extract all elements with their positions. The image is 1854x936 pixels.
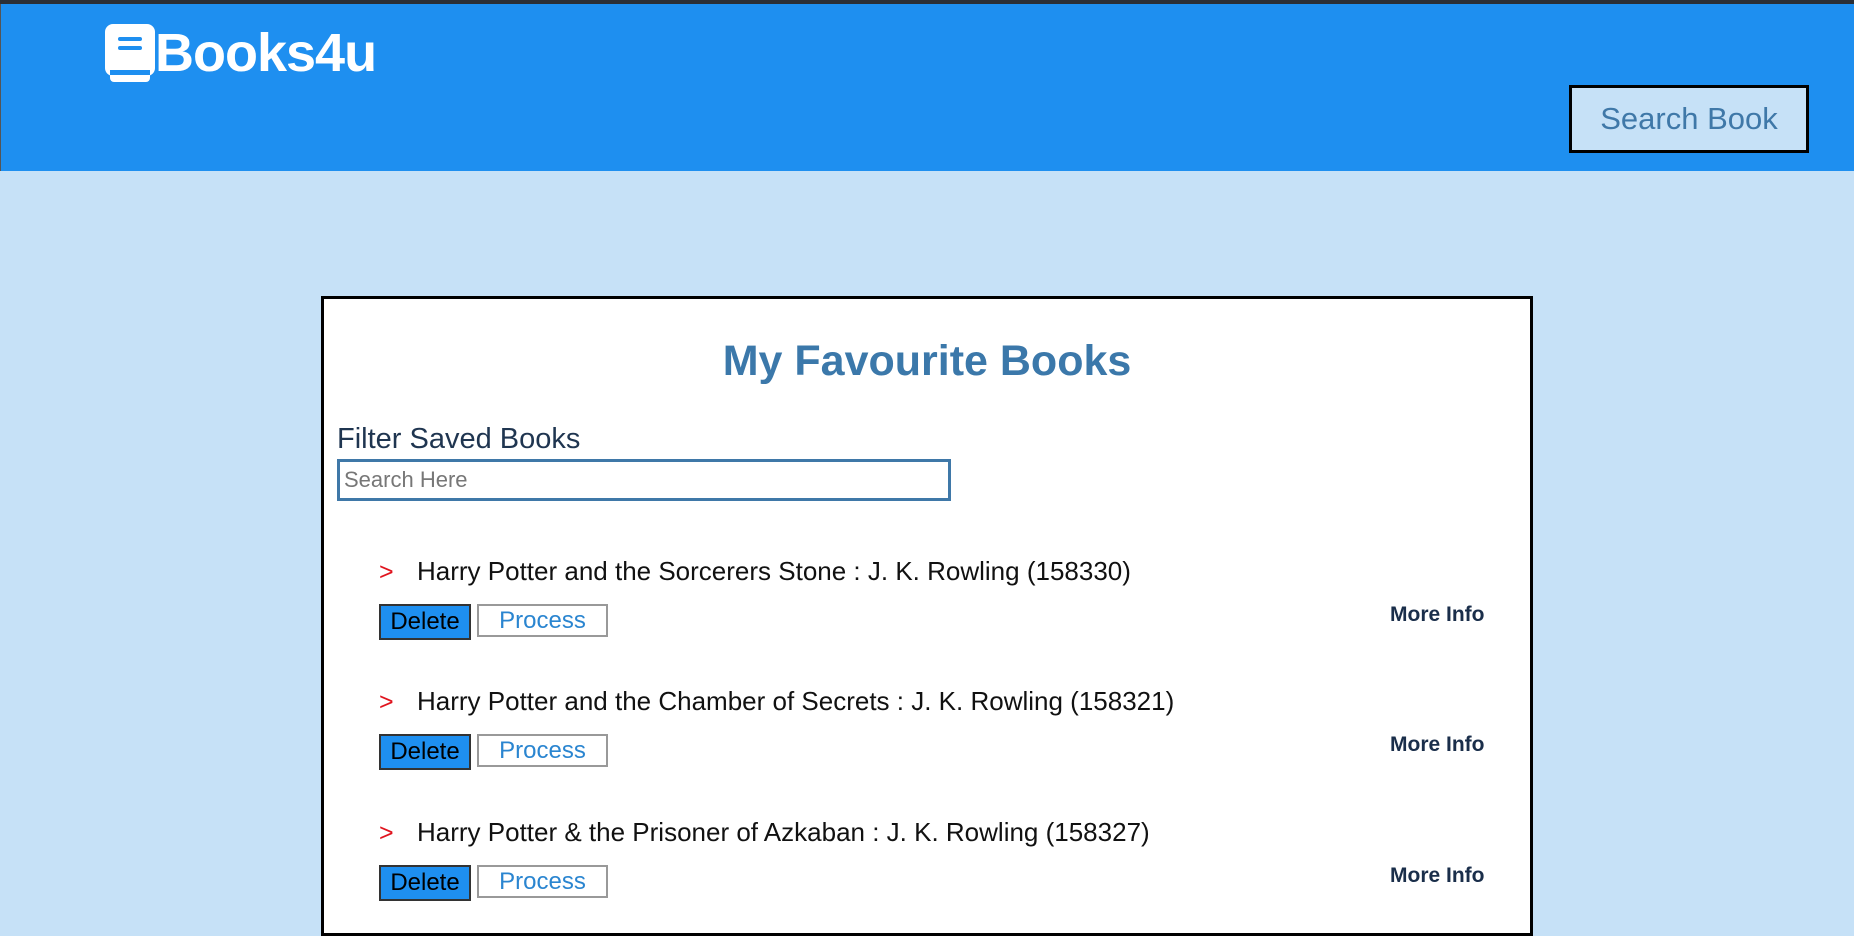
bullet-arrow-icon: >	[379, 819, 394, 847]
filter-search-input[interactable]	[337, 459, 951, 501]
book-icon	[105, 24, 155, 82]
book-title: Harry Potter & the Prisoner of Azkaban :…	[417, 817, 1150, 847]
more-info-link[interactable]: More Info	[1390, 603, 1485, 627]
site-header: Books4u Search Book	[0, 4, 1854, 171]
bullet-arrow-icon: >	[379, 558, 394, 586]
book-title: Harry Potter and the Chamber of Secrets …	[417, 686, 1175, 716]
delete-button[interactable]: Delete	[379, 604, 471, 640]
book-title: Harry Potter and the Sorcerers Stone : J…	[417, 556, 1131, 586]
delete-button[interactable]: Delete	[379, 734, 471, 770]
brand-logo[interactable]: Books4u	[105, 22, 377, 84]
favourites-panel: My Favourite Books Filter Saved Books > …	[321, 296, 1533, 936]
process-button[interactable]: Process	[477, 865, 608, 898]
process-button[interactable]: Process	[477, 604, 608, 637]
bullet-arrow-icon: >	[379, 688, 394, 716]
book-item: > Harry Potter & the Prisoner of Azkaban…	[324, 817, 1530, 909]
more-info-link[interactable]: More Info	[1390, 733, 1485, 757]
page-title: My Favourite Books	[722, 337, 1132, 385]
more-info-link[interactable]: More Info	[1390, 864, 1485, 888]
search-book-button[interactable]: Search Book	[1569, 85, 1809, 153]
brand-name: Books4u	[155, 23, 377, 83]
filter-label: Filter Saved Books	[337, 423, 581, 455]
delete-button[interactable]: Delete	[379, 865, 471, 901]
book-item: > Harry Potter and the Sorcerers Stone :…	[324, 556, 1530, 648]
process-button[interactable]: Process	[477, 734, 608, 767]
book-item: > Harry Potter and the Chamber of Secret…	[324, 686, 1530, 778]
